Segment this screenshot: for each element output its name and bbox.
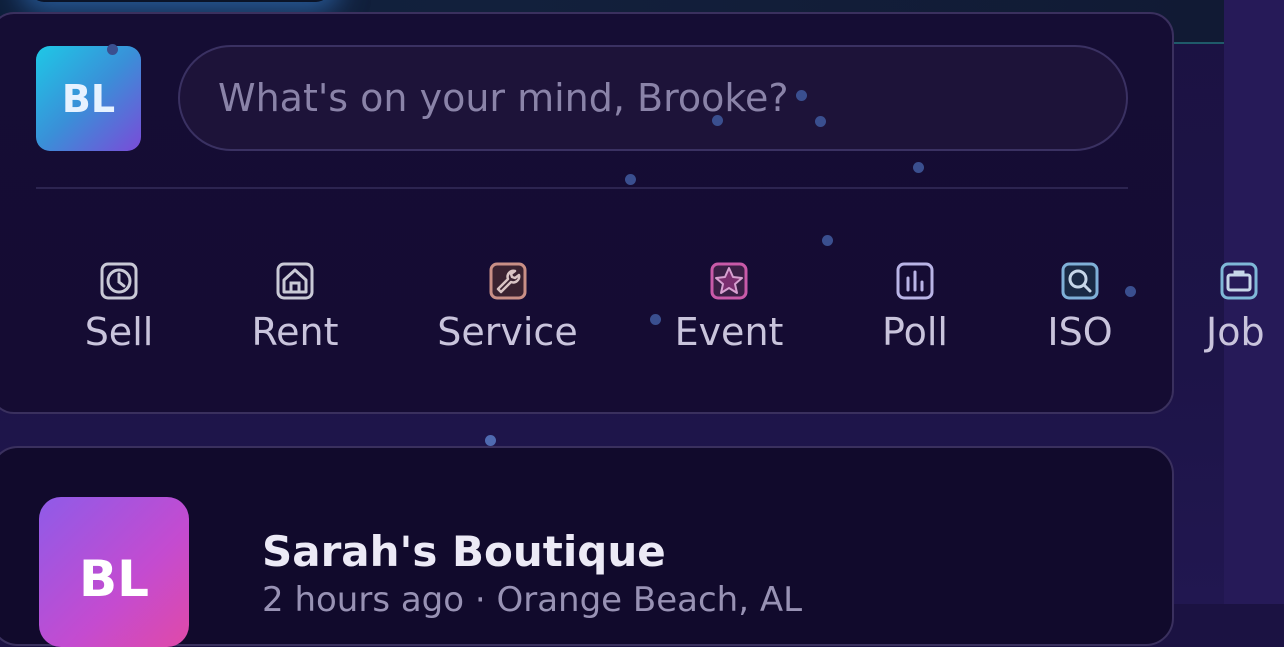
action-label: Poll <box>882 310 948 354</box>
job-button[interactable]: Job <box>1206 262 1272 354</box>
action-label: Service <box>437 310 578 354</box>
particle <box>650 314 661 325</box>
post-meta: 2 hours ago · Orange Beach, AL <box>262 580 803 620</box>
action-label: Sell <box>84 310 154 354</box>
avatar[interactable]: BL <box>36 46 141 151</box>
service-button[interactable]: Service <box>430 262 585 354</box>
particle <box>107 44 118 55</box>
particle <box>822 235 833 246</box>
action-label: Job <box>1206 310 1265 354</box>
briefcase-icon <box>1220 262 1258 300</box>
header-glow <box>30 0 330 2</box>
iso-button[interactable]: ISO <box>1040 262 1120 354</box>
rent-button[interactable]: Rent <box>245 262 345 354</box>
particle <box>625 174 636 185</box>
poll-button[interactable]: Poll <box>870 262 960 354</box>
particle <box>815 116 826 127</box>
bar-chart-icon <box>896 262 934 300</box>
action-label: Event <box>674 310 784 354</box>
particle <box>913 162 924 173</box>
status-input[interactable]: What's on your mind, Brooke? <box>178 45 1128 151</box>
particle <box>1125 286 1136 297</box>
star-icon <box>710 262 748 300</box>
wrench-icon <box>489 262 527 300</box>
post-author[interactable]: Sarah's Boutique <box>262 526 666 578</box>
action-label: ISO <box>1047 310 1113 354</box>
event-button[interactable]: Event <box>670 262 788 354</box>
search-icon <box>1061 262 1099 300</box>
action-label: Rent <box>251 310 339 354</box>
particle <box>712 115 723 126</box>
particle <box>485 435 496 446</box>
clock-icon <box>100 262 138 300</box>
avatar[interactable]: BL <box>39 497 189 647</box>
particle <box>796 90 807 101</box>
sell-button[interactable]: Sell <box>79 262 159 354</box>
house-icon <box>276 262 314 300</box>
divider <box>36 187 1128 189</box>
